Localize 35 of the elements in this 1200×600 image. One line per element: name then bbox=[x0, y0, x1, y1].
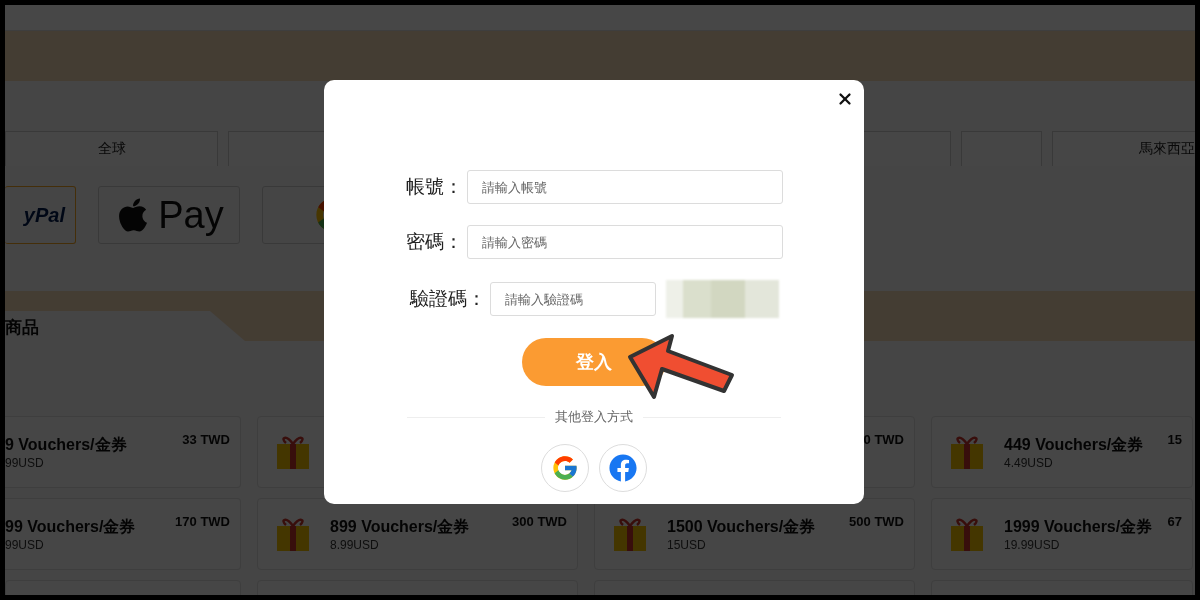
product-twd-price: 67 bbox=[1167, 514, 1182, 529]
product-twd-price: 0 TWD bbox=[863, 432, 904, 447]
product-twd-price: 33 TWD bbox=[182, 432, 230, 447]
close-icon bbox=[836, 90, 854, 108]
field-label: 驗證碼： bbox=[409, 287, 486, 311]
product-twd-price: 300 TWD bbox=[512, 514, 567, 529]
input-field[interactable]: 請輸入帳號 bbox=[466, 170, 783, 204]
google-login-button[interactable] bbox=[541, 444, 589, 492]
product-title: 899 Vouchers/金券 bbox=[330, 516, 470, 537]
paypal-logo: yPal bbox=[23, 203, 65, 227]
product-usd-price: 4.49USD bbox=[1004, 455, 1054, 470]
facebook-login-button[interactable] bbox=[599, 444, 647, 492]
product-title: 9 Vouchers/金券 bbox=[5, 434, 127, 455]
product-usd-price: 99USD bbox=[5, 537, 45, 552]
other-login-label: 其他登入方式 bbox=[555, 408, 633, 426]
product-usd-price: 8.99USD bbox=[330, 537, 380, 552]
google-icon bbox=[551, 454, 579, 482]
product-twd-price: 15 bbox=[1167, 432, 1182, 447]
field-label: 密碼： bbox=[405, 230, 463, 254]
input-field[interactable]: 請輸入驗證碼 bbox=[489, 282, 656, 316]
product-twd-price: 170 TWD bbox=[175, 514, 230, 529]
product-twd-price: 500 TWD bbox=[849, 514, 904, 529]
product-title: 99 Vouchers/金券 bbox=[5, 516, 136, 537]
product-title: 1999 Vouchers/金券 bbox=[1004, 516, 1153, 537]
captcha-image[interactable] bbox=[665, 280, 779, 318]
input-field[interactable]: 請輸入密碼 bbox=[466, 225, 783, 259]
product-usd-price: 19.99USD bbox=[1004, 537, 1061, 552]
field-label: 帳號： bbox=[405, 175, 463, 199]
product-usd-price: 15USD bbox=[667, 537, 707, 552]
product-title: 449 Vouchers/金券 bbox=[1004, 434, 1144, 455]
section-title: 商品 bbox=[5, 317, 39, 339]
product-usd-price: 99USD bbox=[5, 455, 45, 470]
apple-pay-logo: Pay bbox=[158, 193, 224, 237]
facebook-icon bbox=[609, 454, 637, 482]
product-title: 1500 Vouchers/金券 bbox=[667, 516, 816, 537]
